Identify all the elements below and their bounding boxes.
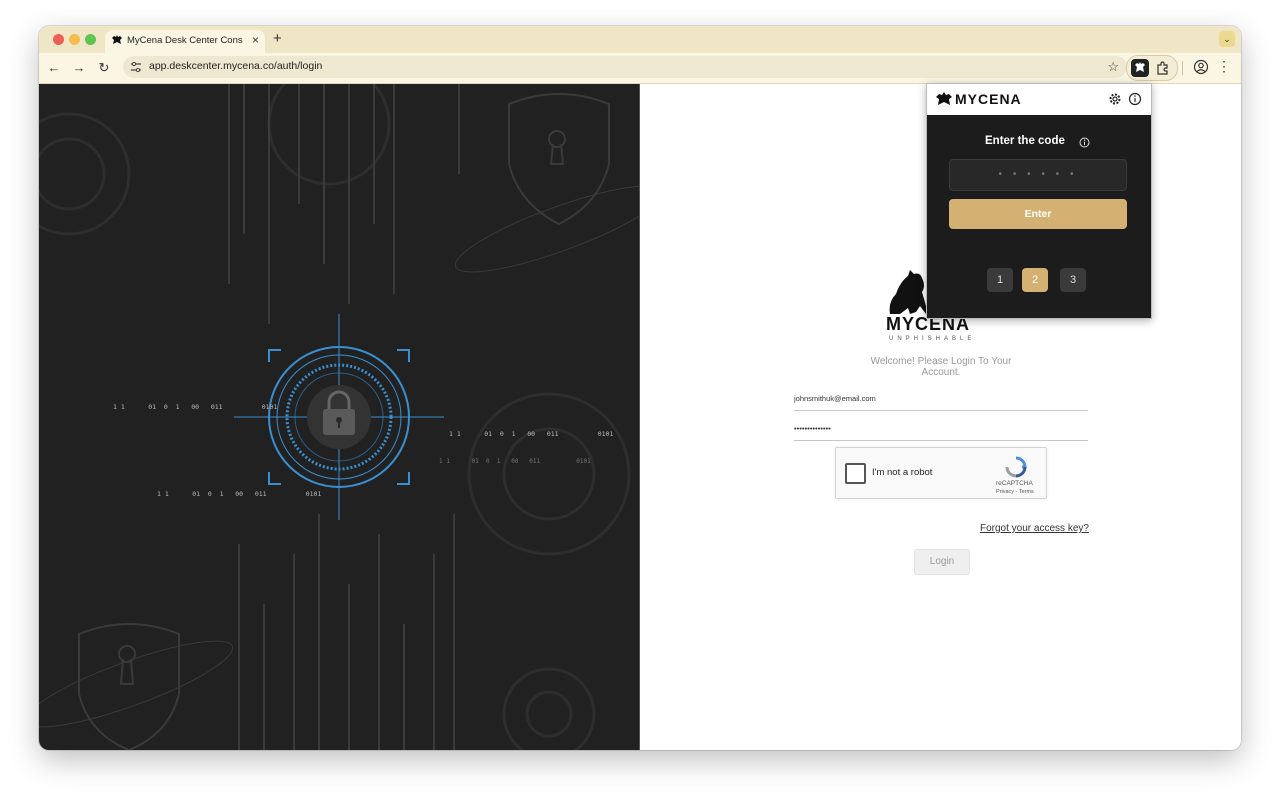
settings-gear-icon[interactable] [1108, 92, 1122, 106]
cyber-lock-illustration [39, 84, 639, 750]
popup-header: MYCENA [927, 84, 1151, 115]
tab-title: MyCena Desk Center Console [127, 35, 243, 46]
tab-mycena-console[interactable]: MyCena Desk Center Console × [105, 30, 265, 53]
recaptcha-widget: I'm not a robot reCAPTCHA Privacy - Term… [835, 447, 1047, 499]
mycena-favicon-icon [112, 35, 122, 44]
brand-tagline: UNPHISHABLE [889, 336, 976, 342]
back-button[interactable]: ← [45, 59, 63, 77]
binary-stream-4: 1 1 01 0 1 00 011 0101 [439, 458, 591, 465]
code-info-icon[interactable] [1079, 137, 1090, 148]
mycena-extension-icon [1135, 62, 1145, 72]
url-text: app.deskcenter.mycena.co/auth/login [149, 60, 323, 72]
minimize-window-button[interactable] [69, 34, 80, 45]
address-bar[interactable]: app.deskcenter.mycena.co/auth/login ☆ [123, 56, 1127, 78]
email-field[interactable] [794, 388, 1088, 411]
mycena-extension-button[interactable] [1131, 59, 1149, 77]
maximize-window-button[interactable] [85, 34, 96, 45]
bookmark-star-icon[interactable]: ☆ [1107, 59, 1119, 75]
code-input[interactable]: • • • • • • [949, 159, 1127, 191]
email-input[interactable] [794, 394, 1088, 403]
reload-button[interactable]: ↻ [95, 59, 113, 77]
recaptcha-terms-link[interactable]: Privacy - Terms [996, 489, 1034, 495]
password-input[interactable] [794, 424, 1088, 433]
forgot-access-key-link[interactable]: Forgot your access key? [980, 523, 1089, 534]
tab-search-button[interactable]: ⌄ [1219, 31, 1235, 47]
password-field[interactable] [794, 418, 1088, 441]
close-window-button[interactable] [53, 34, 64, 45]
login-button[interactable]: Login [914, 549, 970, 575]
tab-strip: MyCena Desk Center Console × + ⌄ [39, 26, 1241, 53]
enter-code-title: Enter the code [985, 135, 1065, 147]
popup-brand-name: MYCENA [955, 91, 1022, 107]
page-button-3[interactable]: 3 [1060, 268, 1086, 292]
info-icon[interactable] [1128, 92, 1142, 106]
profile-icon[interactable] [1193, 59, 1209, 75]
recaptcha-checkbox[interactable] [845, 463, 866, 484]
mycena-extension-popup: MYCENA Enter the code • • • • • • Enter … [926, 83, 1152, 319]
recaptcha-logo-icon [1005, 456, 1027, 478]
extensions-group [1126, 55, 1178, 81]
tab-close-icon[interactable]: × [252, 33, 259, 47]
binary-stream-1: 1 1 01 0 1 00 011 0101 [113, 403, 278, 411]
browser-toolbar: ← → ↻ app.deskcenter.mycena.co/auth/logi… [39, 53, 1241, 84]
binary-stream-3: 1 1 01 0 1 00 011 0101 [157, 490, 322, 498]
new-tab-button[interactable]: + [273, 30, 282, 47]
mycena-logo-icon [936, 92, 952, 105]
extensions-puzzle-icon[interactable] [1155, 60, 1171, 76]
recaptcha-brand: reCAPTCHA [996, 480, 1033, 487]
site-settings-icon[interactable] [129, 60, 143, 74]
toolbar-separator [1182, 61, 1183, 75]
welcome-message: Welcome! Please Login To Your Account. [870, 356, 1012, 378]
popup-body: Enter the code • • • • • • Enter 1 2 3 [927, 115, 1151, 318]
browser-menu-button[interactable]: ⋮ [1217, 58, 1231, 75]
browser-window: MyCena Desk Center Console × + ⌄ ← → ↻ a… [39, 26, 1241, 750]
binary-stream-2: 1 1 01 0 1 00 011 0101 [449, 430, 614, 438]
padlock-icon [307, 385, 371, 449]
forward-button[interactable]: → [70, 59, 88, 77]
page-button-1[interactable]: 1 [987, 268, 1013, 292]
page-button-2[interactable]: 2 [1022, 268, 1048, 292]
security-illustration-panel: 1 1 01 0 1 00 011 0101 1 1 01 0 1 00 011… [39, 84, 639, 750]
enter-button[interactable]: Enter [949, 199, 1127, 229]
recaptcha-label: I'm not a robot [872, 467, 933, 478]
